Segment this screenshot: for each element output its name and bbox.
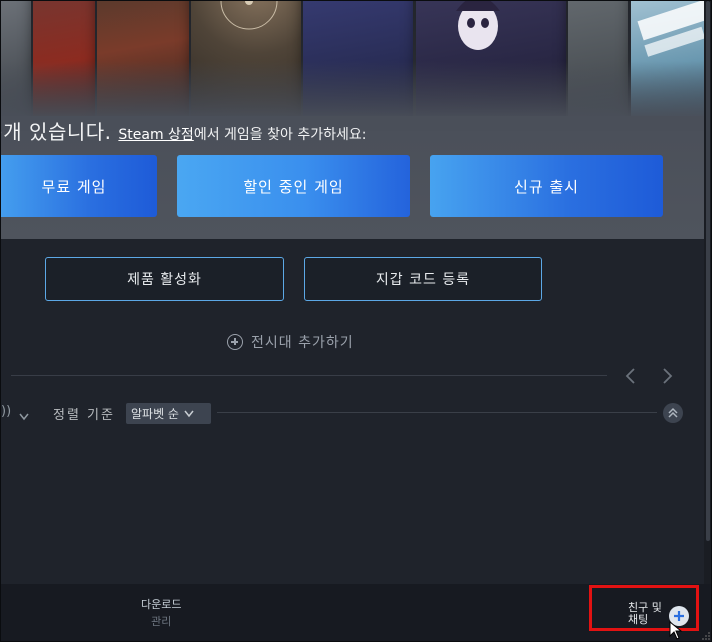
resize-grip-icon[interactable] <box>701 631 711 641</box>
sort-dropdown[interactable]: 알파벳 순 <box>126 403 211 424</box>
shelf-divider <box>11 375 607 376</box>
on-sale-games-label: 할인 중인 게임 <box>243 177 344 196</box>
activate-product-label: 제품 활성화 <box>127 272 202 288</box>
chevron-right-icon[interactable] <box>659 367 675 385</box>
downloads-manage-button[interactable]: 다운로드 관리 <box>141 596 181 629</box>
redeem-wallet-code-label: 지갑 코드 등록 <box>375 272 471 288</box>
steam-store-link[interactable]: Steam 상점 <box>118 127 193 143</box>
collection-filter-text[interactable]: )) <box>1 404 11 419</box>
bottom-status-bar: 다운로드 관리 친구 및 채팅 <box>1 584 711 641</box>
downloads-manage-label: 관리 <box>151 615 172 628</box>
downloads-label: 다운로드 <box>141 598 182 611</box>
chevron-left-icon[interactable] <box>623 367 639 385</box>
friends-chat-line2: 채팅 <box>628 613 649 626</box>
empty-library-message: )개 있습니다. Steam 상점에서 게임을 찾아 추가하세요: <box>1 116 366 145</box>
collapse-all-button[interactable] <box>663 403 683 423</box>
add-shelf-label: 전시대 추가하기 <box>251 335 354 351</box>
sort-dropdown-value: 알파벳 순 <box>131 407 179 421</box>
message-suffix: 에서 게임을 찾아 추가하세요: <box>193 127 367 143</box>
message-prefix: )개 있습니다. <box>1 120 112 144</box>
chevron-down-icon <box>184 410 194 417</box>
on-sale-games-button[interactable]: 할인 중인 게임 <box>177 155 410 217</box>
mouse-cursor-icon <box>669 621 683 640</box>
redeem-wallet-code-button[interactable]: 지갑 코드 등록 <box>304 257 542 301</box>
sort-by-label: 정렬 기준 <box>53 408 115 423</box>
add-shelf-button[interactable]: 전시대 추가하기 <box>227 332 354 352</box>
double-chevron-up-icon <box>668 407 678 418</box>
plus-circle-icon <box>227 334 243 350</box>
free-games-label: 무료 게임 <box>41 177 107 196</box>
free-games-button[interactable]: 무료 게임 <box>1 155 157 217</box>
steam-library-window: )개 있습니다. Steam 상점에서 게임을 찾아 추가하세요: 무료 게임 … <box>0 0 712 642</box>
collection-filter-row: )) 정렬 기준 알파벳 순 <box>1 401 711 426</box>
scrollbar-thumb[interactable] <box>706 1 710 541</box>
sort-divider <box>217 412 657 413</box>
new-releases-button[interactable]: 신규 출시 <box>430 155 663 217</box>
library-empty-hero: )개 있습니다. Steam 상점에서 게임을 찾아 추가하세요: 무료 게임 … <box>1 1 711 239</box>
vertical-scrollbar[interactable] <box>704 1 711 584</box>
activate-product-button[interactable]: 제품 활성화 <box>45 257 284 301</box>
friends-chat-label: 친구 및 채팅 <box>628 602 662 626</box>
new-releases-label: 신규 출시 <box>514 177 579 196</box>
chevron-down-icon[interactable] <box>18 407 30 426</box>
